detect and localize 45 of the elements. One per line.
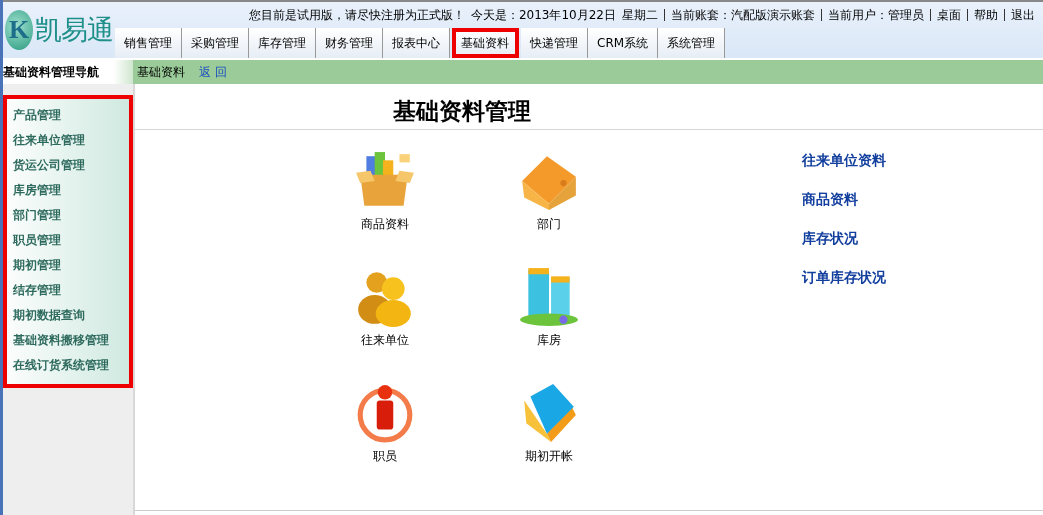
nav-tab[interactable]: CRM系统 [588,28,659,58]
nav-tab[interactable]: 基础资料 [452,28,519,58]
sidebar-item[interactable]: 基础资料搬移管理 [13,328,129,353]
trial-notice: 您目前是试用版，请尽快注册为正式版！ [248,6,465,24]
logo-name: 凯易通 [35,13,113,47]
quick-link[interactable]: 库存状况 [802,230,886,248]
tile-label[interactable]: 往来单位 [361,332,409,349]
sidebar-item[interactable]: 期初数据查询 [13,303,129,328]
sidebar-title: 基础资料管理导航 [3,60,133,84]
buildings-icon [518,266,580,328]
sidebar-item[interactable]: 结存管理 [13,278,129,303]
quick-link[interactable]: 订单库存状况 [802,269,886,287]
breadcrumb-text: 基础资料 [137,63,185,81]
tile-label[interactable]: 期初开帐 [525,448,573,465]
quick-link[interactable]: 往来单位资料 [802,152,886,170]
tile-label[interactable]: 商品资料 [361,216,409,233]
sidebar-item[interactable]: 职员管理 [13,228,129,253]
user-text: 当前用户：管理员 [828,6,924,24]
nav-tab[interactable]: 财务管理 [316,28,383,58]
page-title: 基础资料管理 [135,84,1043,130]
nav-tab[interactable]: 系统管理 [658,28,726,58]
quick-link[interactable]: 商品资料 [802,191,886,209]
sidebar-item[interactable]: 往来单位管理 [13,128,129,153]
logo-mark: K [5,10,33,50]
tile-label[interactable]: 职员 [373,448,397,465]
sidebar-item[interactable]: 库房管理 [13,178,129,203]
nav-tab[interactable]: 采购管理 [182,28,249,58]
account-text: 当前账套：汽配版演示账套 [671,6,815,24]
back-link[interactable]: 返 回 [199,63,227,81]
nav-tab[interactable]: 库存管理 [249,28,316,58]
sidebar-item[interactable]: 部门管理 [13,203,129,228]
nav-tab[interactable]: 报表中心 [383,28,450,58]
sidebar-item[interactable]: 期初管理 [13,253,129,278]
weekday-text: 星期二 [622,6,658,24]
sidebar-item[interactable]: 货运公司管理 [13,153,129,178]
tile-label[interactable]: 部门 [537,216,561,233]
sidebar-item[interactable]: 在线订货系统管理 [13,353,129,378]
header-link[interactable]: 帮助 [974,6,998,24]
nav-tab[interactable]: 快递管理 [521,28,588,58]
header-link[interactable]: 桌面 [937,6,961,24]
nav-tab[interactable]: 销售管理 [115,28,182,58]
tile-label[interactable]: 库房 [537,332,561,349]
header-link[interactable]: 退出 [1011,6,1035,24]
sidebar-item[interactable]: 产品管理 [13,103,129,128]
date-text: 今天是：2013年10月22日 [470,6,616,24]
